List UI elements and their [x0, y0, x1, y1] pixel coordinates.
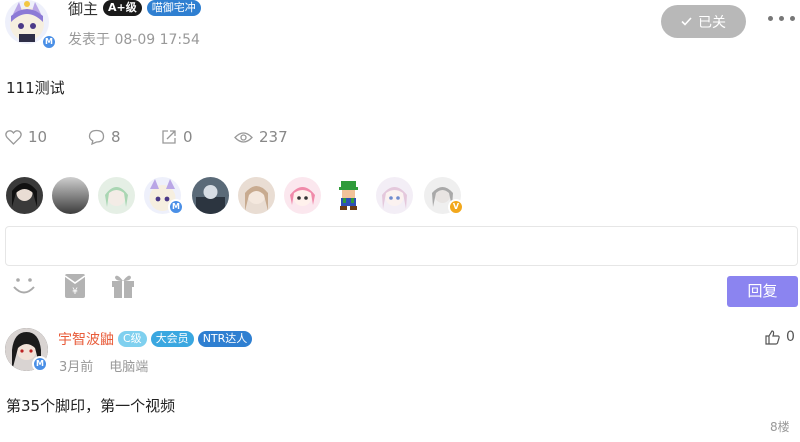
post-time: 发表于 08-09 17:54: [68, 32, 200, 48]
viewer-avatar[interactable]: [238, 177, 275, 214]
share-stat[interactable]: 0: [161, 128, 193, 146]
author-name[interactable]: 御主: [68, 0, 98, 19]
svg-text:¥: ¥: [72, 287, 78, 297]
comment-content: 第35个脚印，第一个视频: [6, 397, 176, 415]
title-tag: NTR达人: [197, 331, 253, 347]
viewer-avatar[interactable]: [98, 177, 135, 214]
comment-author: 宇智波鼬 C级 大会员 NTR达人: [58, 329, 253, 349]
comment-time: 3月前: [59, 360, 94, 375]
emoji-icon[interactable]: [10, 272, 38, 300]
view-count: 237: [259, 128, 288, 146]
vip-badge: V: [448, 199, 464, 215]
title-tag: 喵御宅冲: [146, 0, 201, 16]
like-stat[interactable]: 10: [5, 128, 47, 146]
verified-badge: M: [32, 356, 48, 372]
thumbs-up-icon: [765, 329, 780, 345]
red-envelope-icon[interactable]: ¥: [61, 272, 89, 300]
comment-device: 电脑端: [109, 360, 149, 375]
viewer-avatar[interactable]: [6, 177, 43, 214]
viewer-avatar[interactable]: [330, 177, 367, 214]
eye-icon: [234, 131, 253, 143]
verified-badge: M: [168, 199, 184, 215]
reply-submit-button[interactable]: 回复: [727, 276, 798, 307]
floor-number: 8楼: [770, 420, 790, 434]
commenter-name[interactable]: 宇智波鼬: [58, 329, 114, 349]
comment-like-count: 0: [786, 329, 795, 345]
verified-badge: M: [41, 34, 57, 50]
reply-input[interactable]: [5, 226, 798, 266]
like-count: 10: [28, 128, 48, 146]
check-icon: [681, 17, 692, 26]
viewer-avatar[interactable]: [284, 177, 321, 214]
viewer-avatar[interactable]: [192, 177, 229, 214]
more-options-icon[interactable]: [768, 16, 800, 26]
share-count: 0: [183, 128, 193, 146]
comment-count: 8: [111, 128, 121, 146]
member-tag: 大会员: [150, 331, 194, 347]
post-author: 御主 A+级 喵御宅冲: [68, 0, 201, 18]
closed-status-button[interactable]: 已关: [661, 5, 746, 38]
comment-stat[interactable]: 8: [88, 128, 121, 146]
comment-icon: [88, 129, 105, 145]
level-tag: C级: [118, 331, 147, 347]
post-content: 111测试: [6, 79, 65, 97]
viewer-avatar[interactable]: [376, 177, 413, 214]
comment-meta: 3月前 电脑端: [59, 356, 148, 375]
view-stat: 237: [234, 128, 288, 146]
comment-like-button[interactable]: 0: [765, 329, 795, 345]
share-icon: [162, 130, 176, 144]
viewer-avatar[interactable]: [52, 177, 89, 214]
closed-status-label: 已关: [698, 14, 726, 31]
level-tag: A+级: [103, 0, 142, 16]
gift-icon[interactable]: [109, 272, 137, 300]
heart-icon: [5, 129, 22, 145]
